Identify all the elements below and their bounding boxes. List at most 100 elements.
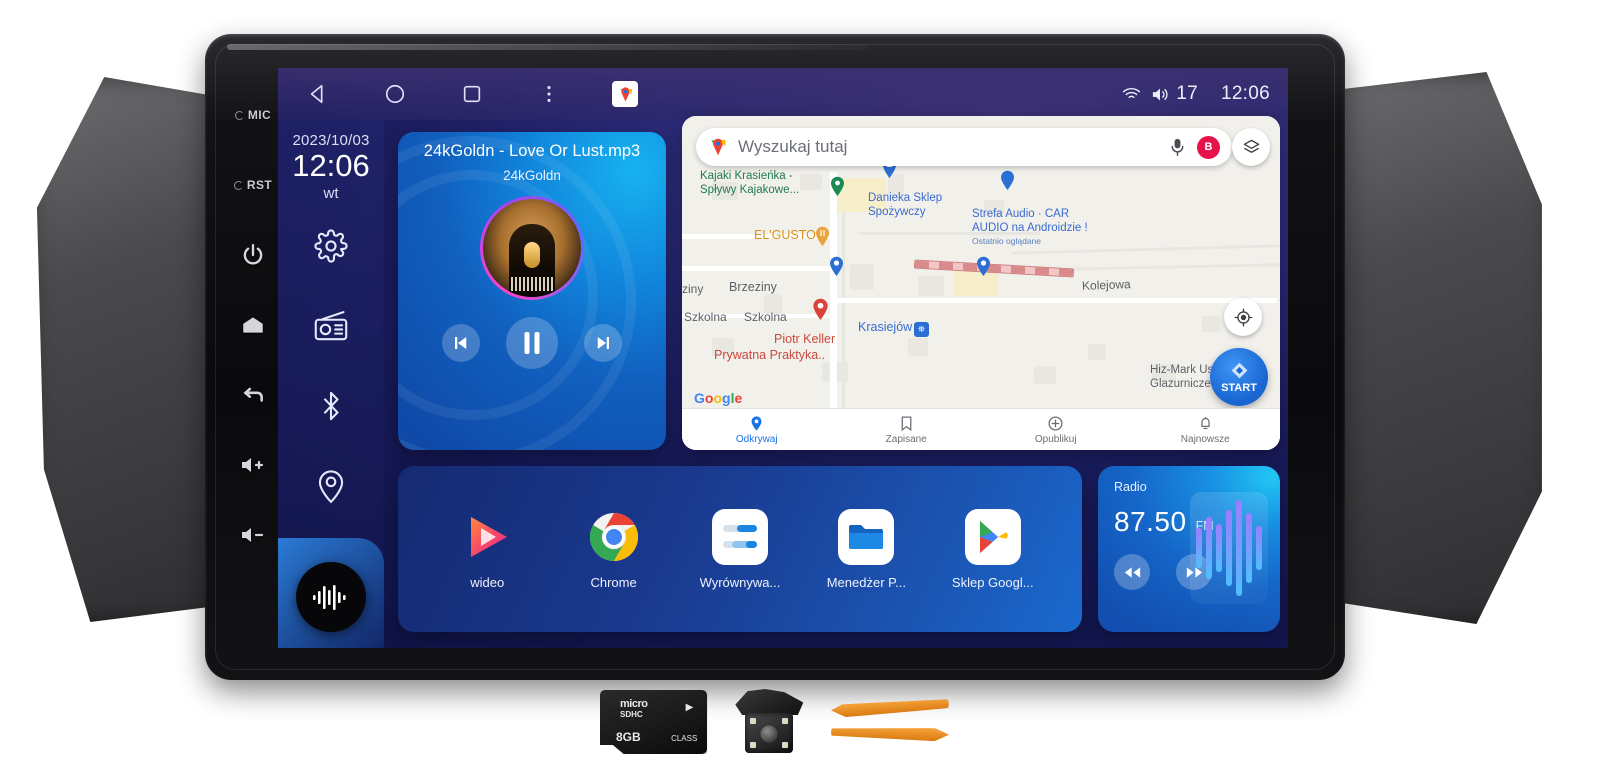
maps-pin-glyph xyxy=(620,86,632,102)
map-pin-top[interactable] xyxy=(1000,170,1015,190)
google-maps-icon[interactable] xyxy=(612,81,638,107)
now-playing-artist: 24kGoldn xyxy=(503,168,561,183)
app-label-equalizer: Wyrównywa... xyxy=(699,574,781,590)
rail-item-radio[interactable] xyxy=(309,304,353,348)
app-shortcut-file-manager[interactable]: Menedżer P... xyxy=(810,508,922,590)
map-tab-contribute[interactable]: Opublikuj xyxy=(981,415,1131,445)
music-widget-button[interactable] xyxy=(296,562,366,632)
status-clock: 12:06 xyxy=(1220,83,1270,104)
media-transport-controls xyxy=(398,317,666,369)
mic-key-label: MIC xyxy=(247,108,272,122)
rail-time: 12:06 xyxy=(292,148,370,183)
home-key[interactable] xyxy=(228,290,278,360)
map-tab-label-saved: Zapisane xyxy=(885,433,927,445)
previous-track-button[interactable] xyxy=(442,324,480,362)
map-start-navigation-button[interactable]: START xyxy=(1210,348,1268,406)
nav-recents-button[interactable] xyxy=(458,80,486,108)
touchscreen-display[interactable]: 17 12:06 2023/10/03 12:06 wt 24kGoldn - … xyxy=(278,68,1288,648)
camera-body xyxy=(745,713,794,753)
rail-shortcut-list xyxy=(309,224,353,508)
camera-led-3 xyxy=(750,742,757,748)
bookmark-icon xyxy=(901,415,912,431)
hardware-key-column: MIC RST xyxy=(222,62,284,652)
map-label-8: Brzeziny xyxy=(729,280,777,294)
rail-item-settings[interactable] xyxy=(309,224,353,268)
back-icon xyxy=(310,84,323,104)
app-shortcut-video[interactable]: wideo xyxy=(431,509,543,590)
map-tab-explore[interactable]: Odkrywaj xyxy=(682,415,832,445)
google-maps-pin-icon xyxy=(711,138,726,156)
transit-station-chip[interactable]: ⛯ xyxy=(914,322,929,337)
mic-key[interactable]: MIC xyxy=(228,80,278,150)
mic-indicator-icon xyxy=(234,110,244,120)
rear-view-camera xyxy=(729,689,807,755)
map-pin-audio-shop[interactable] xyxy=(976,256,991,276)
nav-home-button[interactable] xyxy=(381,80,409,108)
map-pin-green[interactable] xyxy=(830,176,845,196)
map-pin-clinic[interactable] xyxy=(812,298,829,320)
microsd-card: micro SDHC ▶ 8GB CLASS xyxy=(600,690,708,754)
search-bar-actions: B xyxy=(1169,135,1220,159)
reset-key-label: RST xyxy=(246,178,273,192)
app-shortcut-equalizer[interactable]: Wyrównywa... xyxy=(684,508,796,590)
my-location-icon xyxy=(1234,308,1252,326)
map-label-6: Ostatnio oglądane xyxy=(972,236,1041,246)
map-search-bar[interactable]: Wyszukaj tutaj B xyxy=(696,128,1232,166)
music-waveform-icon xyxy=(313,585,346,610)
pry-tool-2 xyxy=(831,725,949,741)
map-pin-store[interactable] xyxy=(829,256,844,276)
map-pin-restaurant[interactable] xyxy=(815,226,830,246)
reset-indicator-icon xyxy=(233,180,243,190)
sd-standard: SDHC xyxy=(620,710,643,719)
my-location-button[interactable] xyxy=(1224,298,1262,336)
overflow-menu-icon xyxy=(547,86,551,102)
app-label-video: wideo xyxy=(470,574,505,590)
camera-bracket xyxy=(735,689,804,715)
back-key[interactable] xyxy=(228,360,278,430)
accessories-row: micro SDHC ▶ 8GB CLASS xyxy=(600,686,950,758)
power-key[interactable] xyxy=(228,220,278,290)
map-label-13: Krasiejów xyxy=(858,320,913,334)
map-layers-button[interactable] xyxy=(1232,128,1270,166)
rail-item-navigation[interactable] xyxy=(309,464,353,508)
map-canvas[interactable]: ⛯ Kajaki Krasieńka - Spływy Kajakowe... … xyxy=(682,116,1280,450)
nav-back-button[interactable] xyxy=(304,80,332,108)
nav-overflow-button[interactable] xyxy=(535,80,563,108)
next-track-button[interactable] xyxy=(584,324,622,362)
avatar[interactable]: B xyxy=(1197,135,1220,159)
radio-seek-down-button[interactable] xyxy=(1114,554,1150,590)
camera-led-2 xyxy=(782,718,789,724)
map-tab-saved[interactable]: Zapisane xyxy=(832,415,982,445)
app-shortcut-play-store[interactable]: Sklep Googl... xyxy=(937,508,1049,590)
explore-pin-icon xyxy=(751,415,762,431)
recents-square-icon xyxy=(463,85,481,103)
g-letter-4: g xyxy=(722,390,731,406)
rail-item-bluetooth[interactable] xyxy=(309,384,353,428)
volume-up-key[interactable] xyxy=(228,430,278,500)
radio-widget-card[interactable]: Radio 87.50 FM xyxy=(1098,466,1280,632)
reset-key[interactable]: RST xyxy=(228,150,278,220)
android-status-bar: 17 12:06 xyxy=(278,68,1288,120)
sd-arrow-icon: ▶ xyxy=(685,702,694,713)
pause-button[interactable] xyxy=(506,317,558,369)
map-label-9: ziny xyxy=(682,282,704,296)
map-tab-updates[interactable]: Najnowsze xyxy=(1131,415,1281,445)
map-label-17: Glazurnicze xyxy=(1150,378,1211,390)
map-label-15: Prywatna Praktyka.. xyxy=(714,348,826,362)
pry-tools xyxy=(829,693,950,751)
g-letter-6: e xyxy=(734,390,743,406)
google-maps-card[interactable]: ⛯ Kajaki Krasieńka - Spływy Kajakowe... … xyxy=(682,116,1280,450)
app-shortcut-chrome[interactable]: Chrome xyxy=(558,509,670,590)
map-label-10: Szkolna xyxy=(684,310,727,324)
map-label-3: Spożywczy xyxy=(868,206,926,218)
volume-down-key[interactable] xyxy=(228,500,278,570)
map-label-14: Piotr Keller xyxy=(774,332,836,346)
app-label-chrome: Chrome xyxy=(590,574,637,590)
navigation-buttons xyxy=(304,80,638,108)
home-icon xyxy=(243,317,263,333)
app-label-play-store: Sklep Googl... xyxy=(951,574,1034,590)
google-play-icon xyxy=(964,508,1021,565)
media-player-card[interactable]: 24kGoldn - Love Or Lust.mp3 24kGoldn xyxy=(398,132,666,450)
rail-day-of-week: wt xyxy=(323,184,339,202)
microphone-icon[interactable] xyxy=(1169,138,1186,157)
